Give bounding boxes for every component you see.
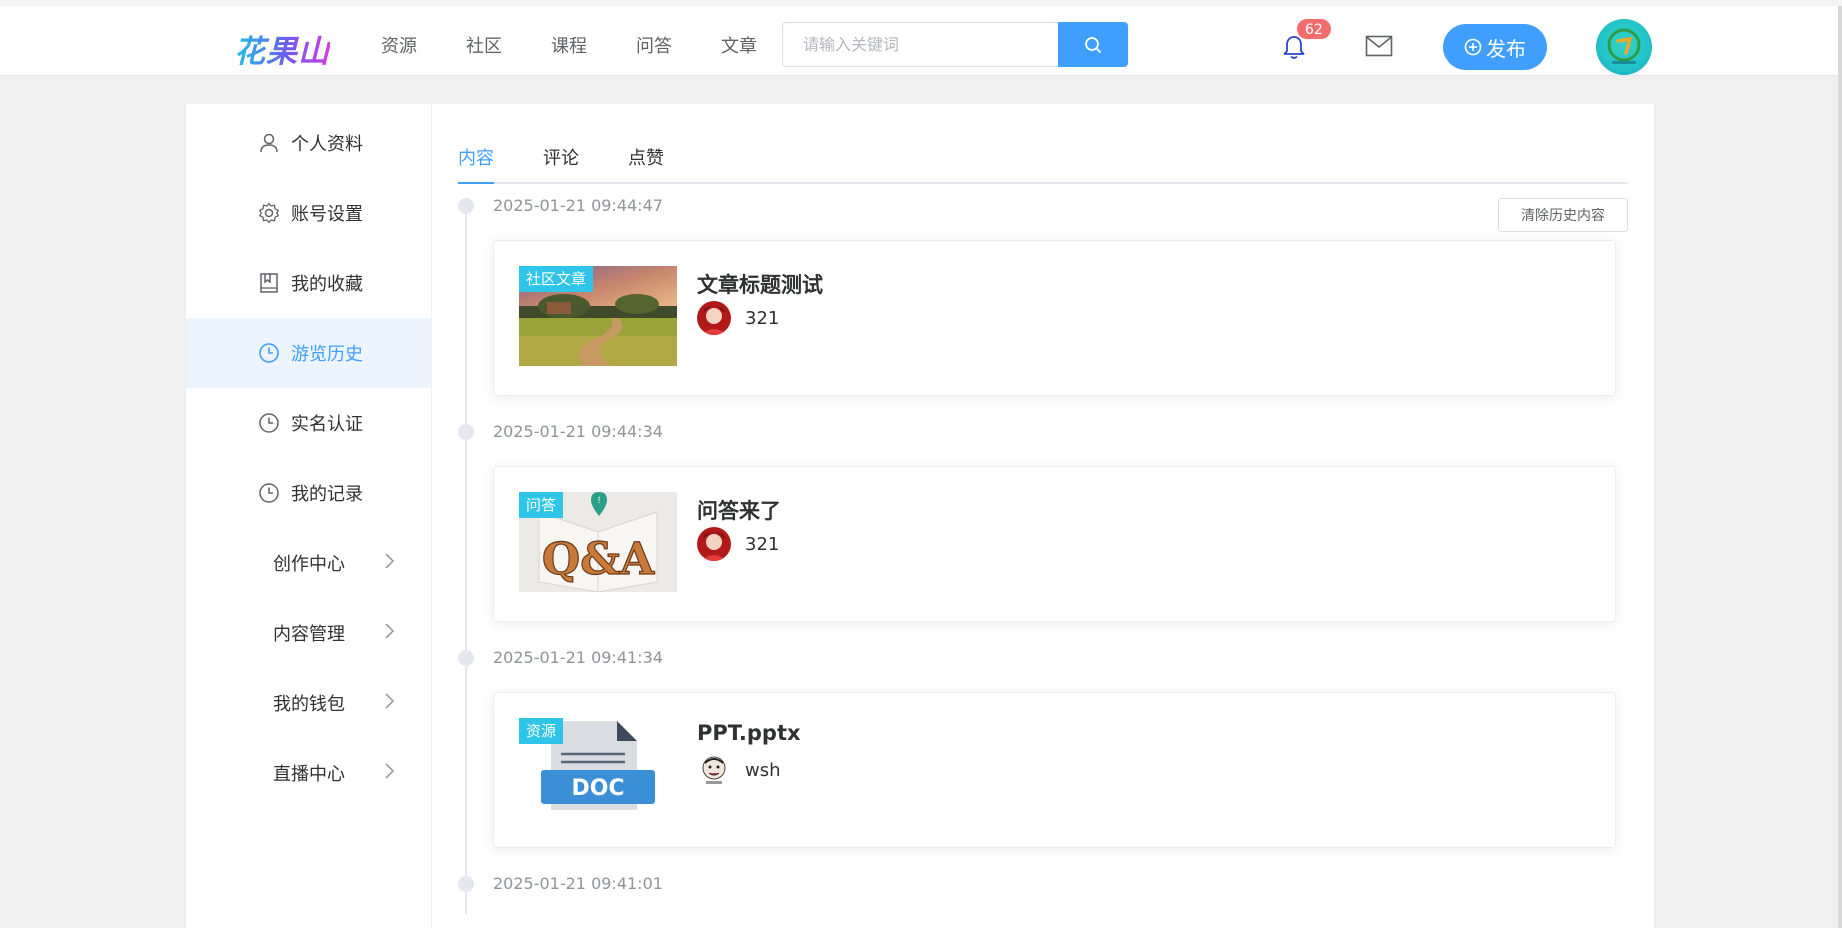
avatar-logo-icon bbox=[1607, 28, 1641, 64]
timeline-dot bbox=[458, 424, 474, 440]
site-logo[interactable]: 花果山 bbox=[234, 26, 330, 71]
top-header: 花果山 资源 社区 课程 问答 文章 62 发布 bbox=[0, 6, 1842, 76]
timeline-time: 2025-01-21 09:41:01 bbox=[493, 874, 663, 893]
nav-item-qa[interactable]: 问答 bbox=[636, 32, 721, 58]
sidebar-submenu-label: 内容管理 bbox=[273, 624, 345, 645]
sidebar-submenu-label: 我的钱包 bbox=[273, 694, 345, 715]
history-card[interactable]: ! Q&A 问答 问答来了 321 bbox=[493, 466, 1616, 622]
author-avatar-image bbox=[697, 527, 731, 561]
author-name: 321 bbox=[745, 533, 780, 555]
chevron-right-icon bbox=[385, 693, 395, 709]
mail-icon[interactable] bbox=[1365, 35, 1393, 57]
window-right-edge bbox=[1838, 6, 1842, 928]
timeline-time: 2025-01-21 09:44:34 bbox=[493, 422, 663, 441]
sidebar-item-browse-history[interactable]: 游览历史 bbox=[186, 318, 431, 388]
tab-comments[interactable]: 评论 bbox=[543, 144, 579, 184]
clear-history-button[interactable]: 清除历史内容 bbox=[1498, 198, 1628, 232]
author-avatar-image bbox=[697, 753, 731, 787]
timeline-line bbox=[465, 208, 467, 914]
card-title[interactable]: 问答来了 bbox=[697, 495, 781, 525]
sidebar-submenu-label: 创作中心 bbox=[273, 554, 345, 575]
sidebar-item-label: 我的收藏 bbox=[291, 274, 363, 295]
search-icon bbox=[1085, 36, 1101, 53]
doc-file-label: DOC bbox=[571, 776, 624, 801]
search-box bbox=[782, 22, 1128, 67]
notification-badge: 62 bbox=[1296, 18, 1332, 40]
category-tag: 资源 bbox=[519, 718, 564, 744]
sidebar-item-profile[interactable]: 个人资料 bbox=[186, 108, 431, 178]
nav-item-resources[interactable]: 资源 bbox=[381, 32, 466, 58]
qa-thumbnail[interactable]: ! Q&A 问答 bbox=[519, 492, 677, 592]
search-button[interactable] bbox=[1058, 22, 1128, 67]
timeline-dot bbox=[458, 198, 474, 214]
sidebar-submenu-label: 直播中心 bbox=[273, 764, 345, 785]
card-title[interactable]: PPT.pptx bbox=[697, 721, 801, 745]
clock-icon bbox=[259, 413, 279, 433]
article-thumbnail[interactable]: 社区文章 bbox=[519, 266, 677, 366]
sidebar-item-label: 账号设置 bbox=[291, 204, 363, 225]
user-avatar[interactable] bbox=[1596, 19, 1652, 75]
author-name: 321 bbox=[745, 307, 780, 329]
author-avatar[interactable] bbox=[697, 527, 731, 561]
timeline-dot bbox=[458, 876, 474, 892]
search-input[interactable] bbox=[783, 23, 1059, 66]
sidebar-item-label: 游览历史 bbox=[291, 344, 363, 365]
author-avatar-image bbox=[697, 301, 731, 335]
user-icon bbox=[260, 133, 278, 153]
nav-item-community[interactable]: 社区 bbox=[466, 32, 551, 58]
sidebar-item-favorites[interactable]: 我的收藏 bbox=[186, 248, 431, 318]
card-title[interactable]: 文章标题测试 bbox=[697, 269, 823, 299]
publish-button[interactable]: 发布 bbox=[1443, 24, 1547, 70]
author-avatar[interactable] bbox=[697, 301, 731, 335]
sidebar-submenu-content-management[interactable]: 内容管理 bbox=[186, 598, 431, 668]
tab-bar: 内容 评论 点赞 bbox=[458, 144, 1628, 184]
gear-icon bbox=[259, 202, 279, 224]
sidebar-item-account-settings[interactable]: 账号设置 bbox=[186, 178, 431, 248]
timeline-dot bbox=[458, 650, 474, 666]
chevron-right-icon bbox=[385, 553, 395, 569]
author-name: wsh bbox=[745, 759, 781, 781]
nav-item-courses[interactable]: 课程 bbox=[551, 32, 636, 58]
svg-text:!: ! bbox=[597, 496, 601, 506]
sidebar-submenu-live-center[interactable]: 直播中心 bbox=[186, 738, 431, 808]
main-content: 内容 评论 点赞 清除历史内容 2025-01-21 09:44:47 社区文章… bbox=[432, 104, 1654, 928]
chevron-right-icon bbox=[385, 623, 395, 639]
clock-icon bbox=[259, 343, 279, 363]
sidebar: 个人资料 账号设置 我的收藏 游览历史 实名认证 我的记录 创作中心 内容管理 … bbox=[186, 104, 431, 928]
chevron-right-icon bbox=[385, 763, 395, 779]
sidebar-item-label: 实名认证 bbox=[291, 414, 363, 435]
publish-label: 发布 bbox=[1486, 36, 1526, 61]
author-info: wsh bbox=[697, 753, 781, 787]
sidebar-item-real-name-verification[interactable]: 实名认证 bbox=[186, 388, 431, 458]
sidebar-item-label: 个人资料 bbox=[291, 134, 363, 155]
timeline-time: 2025-01-21 09:41:34 bbox=[493, 648, 663, 667]
author-info: 321 bbox=[697, 527, 779, 561]
timeline-time: 2025-01-21 09:44:47 bbox=[493, 196, 663, 215]
author-avatar[interactable] bbox=[697, 753, 731, 787]
active-tab-indicator bbox=[458, 182, 494, 184]
history-card[interactable]: 社区文章 文章标题测试 321 bbox=[493, 240, 1616, 396]
main-nav: 资源 社区 课程 问答 文章 bbox=[381, 32, 806, 58]
author-info: 321 bbox=[697, 301, 779, 335]
resource-thumbnail[interactable]: DOC 资源 bbox=[519, 718, 677, 818]
category-tag: 问答 bbox=[519, 492, 564, 518]
bookmark-icon bbox=[260, 273, 278, 293]
tab-likes[interactable]: 点赞 bbox=[628, 144, 664, 184]
tab-content[interactable]: 内容 bbox=[458, 144, 494, 184]
sidebar-item-my-records[interactable]: 我的记录 bbox=[186, 458, 431, 528]
plus-circle-icon bbox=[1464, 38, 1482, 56]
qa-image-label: Q&A bbox=[542, 534, 655, 585]
sidebar-item-label: 我的记录 bbox=[291, 484, 363, 505]
sidebar-submenu-wallet[interactable]: 我的钱包 bbox=[186, 668, 431, 738]
history-card[interactable]: DOC 资源 PPT.pptx wsh bbox=[493, 692, 1616, 848]
sidebar-submenu-creation-center[interactable]: 创作中心 bbox=[186, 528, 431, 598]
clock-icon bbox=[259, 483, 279, 503]
category-tag: 社区文章 bbox=[519, 266, 594, 292]
